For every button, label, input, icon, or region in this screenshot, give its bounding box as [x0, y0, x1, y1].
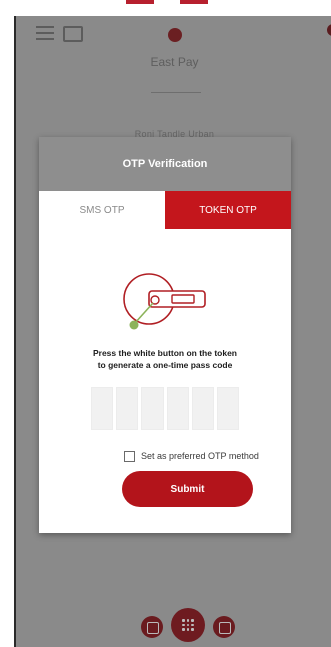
header-divider: [151, 92, 201, 93]
otp-modal: OTP Verification SMS OTP TOKEN OTP Press…: [39, 137, 291, 533]
token-key-icon: [123, 273, 206, 330]
preferred-method-row[interactable]: Set as preferred OTP method: [124, 449, 259, 463]
preferred-method-label: Set as preferred OTP method: [141, 451, 259, 461]
otp-digit-1[interactable]: [91, 387, 114, 430]
otp-digit-3[interactable]: [141, 387, 164, 430]
grid-menu-icon: [182, 619, 194, 631]
otp-input-group: [91, 387, 240, 430]
otp-tabs: SMS OTP TOKEN OTP: [39, 191, 291, 229]
bottom-nav: [16, 596, 331, 646]
calendar-nav-button[interactable]: [213, 616, 235, 638]
top-accent-right: [180, 0, 208, 4]
card-icon[interactable]: [63, 26, 83, 42]
profile-icon[interactable]: [327, 24, 331, 36]
app-title: East Pay: [150, 55, 199, 69]
modal-title: OTP Verification: [39, 137, 291, 191]
otp-digit-2[interactable]: [116, 387, 139, 430]
top-accent-left: [126, 0, 154, 4]
tab-sms-otp[interactable]: SMS OTP: [39, 191, 165, 229]
instruction-line-1: Press the white button on the token: [92, 348, 238, 358]
tab-token-otp[interactable]: TOKEN OTP: [165, 191, 291, 229]
calendar-nav-icon: [219, 622, 231, 634]
submit-button[interactable]: Submit: [122, 471, 253, 507]
token-instructions: Press the white button on the token to g…: [39, 347, 291, 371]
preferred-method-checkbox[interactable]: [124, 450, 135, 462]
otp-digit-5[interactable]: [191, 387, 214, 430]
logo-icon: [168, 28, 182, 42]
top-strip: [0, 0, 331, 14]
grid-menu-button[interactable]: [171, 608, 205, 642]
card-nav-button[interactable]: [141, 616, 163, 638]
otp-digit-4[interactable]: [166, 387, 189, 430]
otp-digit-6[interactable]: [216, 387, 240, 430]
instruction-line-2: to generate a one-time pass code: [97, 360, 233, 370]
card-nav-icon: [147, 622, 159, 634]
menu-icon[interactable]: [36, 26, 54, 40]
